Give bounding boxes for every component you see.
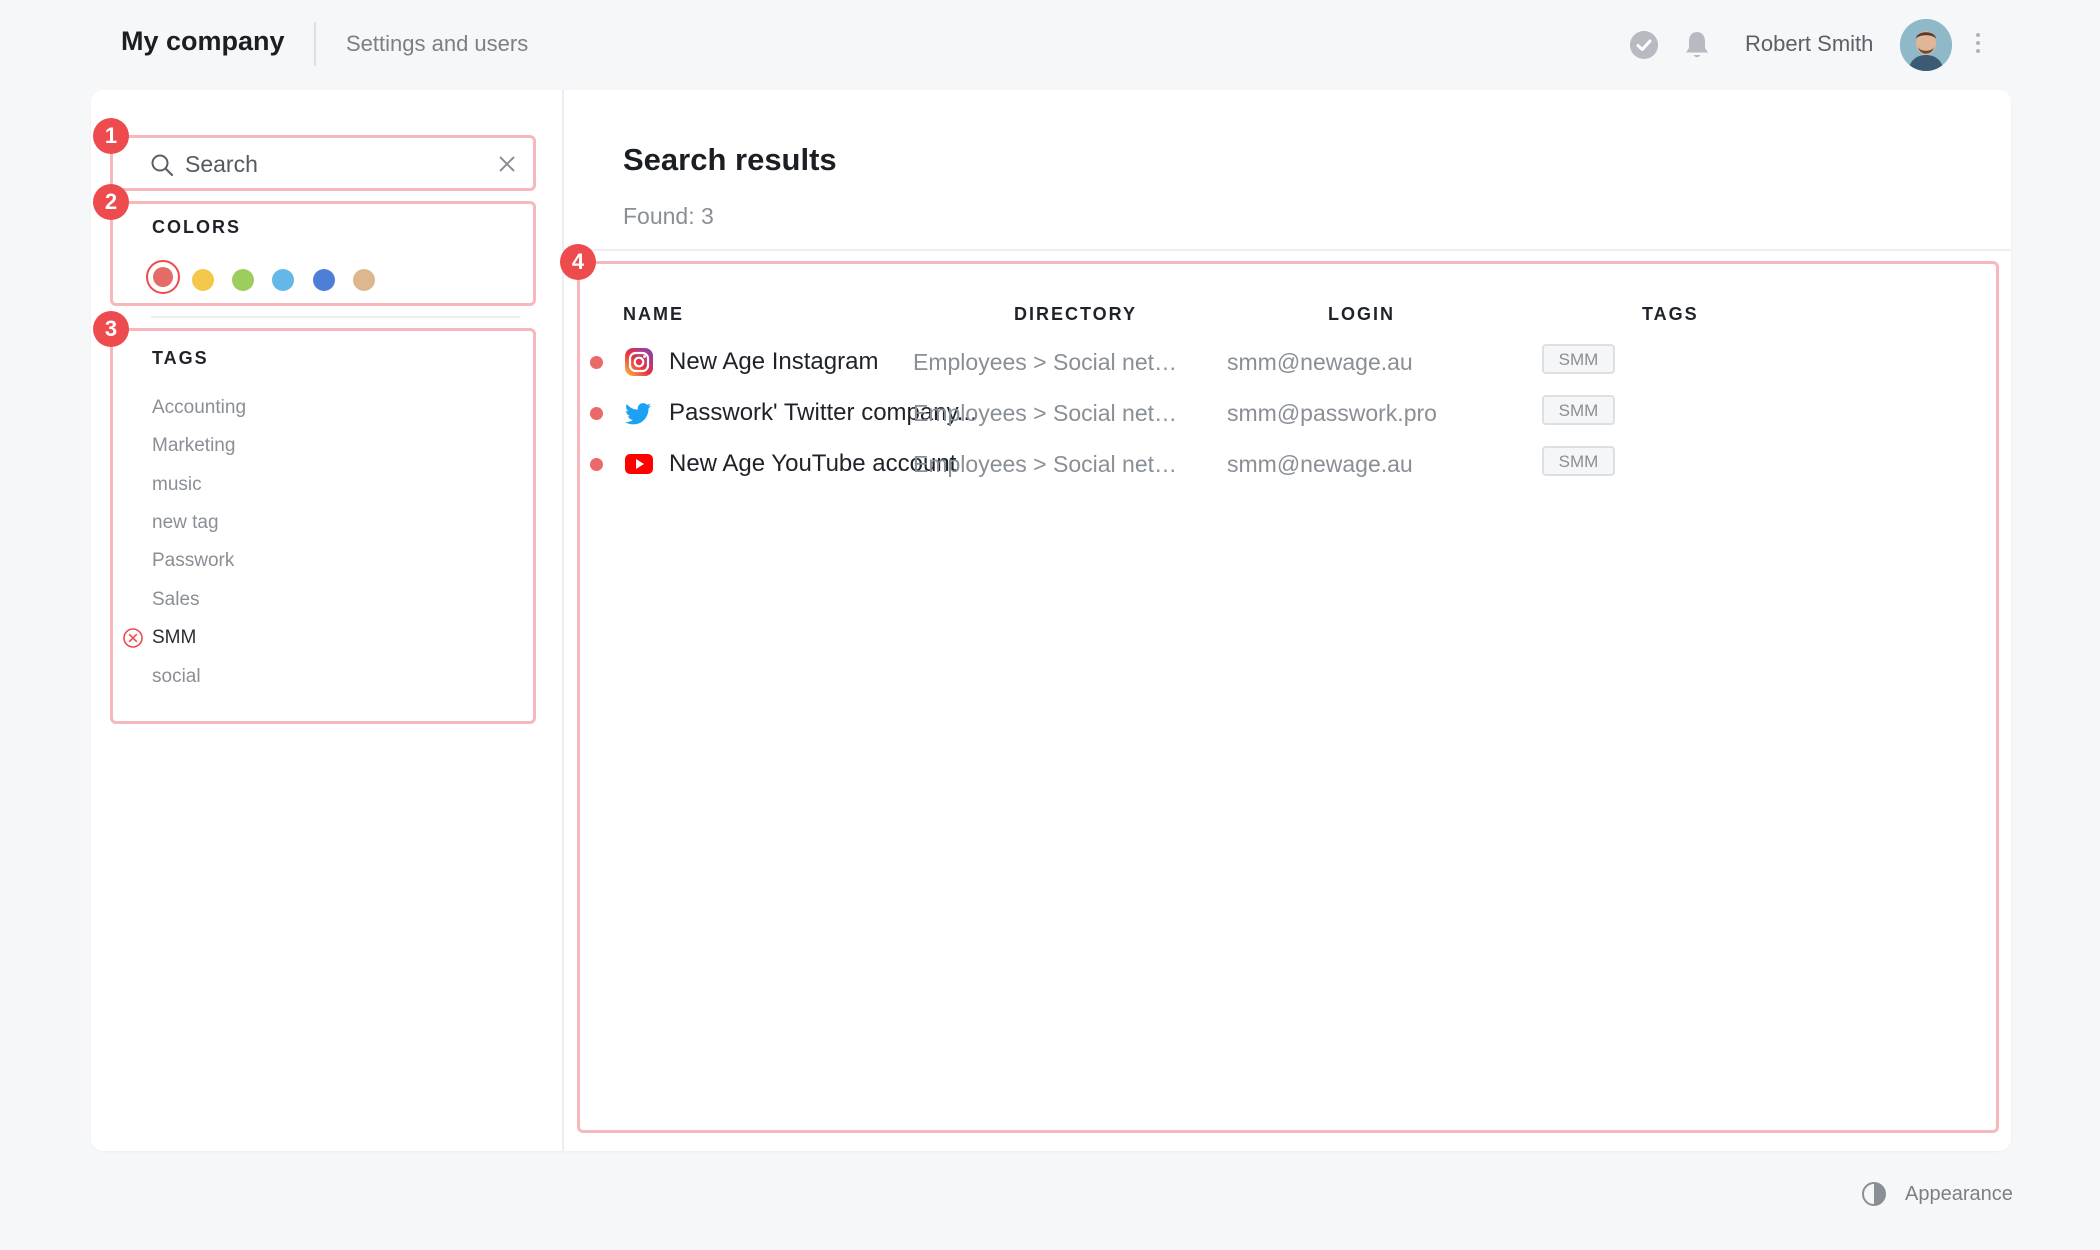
row-directory: Employees > Social net… — [913, 400, 1177, 426]
color-swatch-light-blue[interactable] — [272, 269, 294, 291]
annotation-badge-4: 4 — [560, 244, 596, 280]
bell-icon[interactable] — [1682, 29, 1712, 61]
color-swatch-blue[interactable] — [313, 269, 335, 291]
tag-chip[interactable]: SMM — [1542, 344, 1615, 374]
row-login: smm@passwork.pro — [1227, 400, 1437, 426]
user-avatar[interactable] — [1900, 19, 1952, 71]
table-row[interactable]: New Age Instagram Employees > Social net… — [564, 337, 2011, 387]
appearance-label: Appearance — [1905, 1183, 2013, 1205]
sidebar-divider — [151, 316, 520, 318]
color-marker — [590, 407, 603, 420]
column-header-directory[interactable]: DIRECTORY — [1014, 304, 1137, 325]
user-name[interactable]: Robert Smith — [1745, 31, 1873, 57]
row-name: New Age Instagram — [669, 348, 879, 375]
annotation-badge-3: 3 — [93, 311, 129, 347]
column-header-login[interactable]: LOGIN — [1328, 304, 1395, 325]
color-marker — [590, 356, 603, 369]
row-login: smm@newage.au — [1227, 451, 1413, 477]
settings-and-users-link[interactable]: Settings and users — [346, 31, 528, 57]
column-header-tags[interactable]: TAGS — [1642, 304, 1699, 325]
tag-item-label: SMM — [152, 627, 197, 648]
color-swatch-green[interactable] — [232, 269, 254, 291]
tag-item[interactable]: social — [152, 666, 201, 688]
filter-sidebar: 1 COLORS 2 TAGS Accounting Marketing mus… — [91, 90, 564, 1151]
tag-chip[interactable]: SMM — [1542, 446, 1615, 476]
remove-tag-icon[interactable] — [123, 628, 143, 648]
color-swatch-yellow[interactable] — [192, 269, 214, 291]
color-marker — [590, 458, 603, 471]
colors-title: COLORS — [152, 217, 242, 237]
tag-item[interactable]: new tag — [152, 512, 219, 534]
colors-filter: COLORS — [110, 201, 536, 306]
title-divider — [314, 22, 316, 66]
clear-search-icon[interactable] — [497, 154, 517, 174]
tag-item[interactable]: Sales — [152, 589, 200, 611]
row-login: smm@newage.au — [1227, 349, 1413, 375]
tags-title: TAGS — [152, 348, 209, 368]
annotation-badge-1: 1 — [93, 118, 129, 154]
search-box — [110, 135, 536, 191]
table-row[interactable]: New Age YouTube account Employees > Soci… — [564, 439, 2011, 489]
tag-item[interactable]: Accounting — [152, 397, 246, 419]
column-header-name[interactable]: NAME — [623, 304, 684, 325]
tag-item[interactable]: Passwork — [152, 550, 234, 572]
search-icon — [151, 154, 174, 177]
tag-chip[interactable]: SMM — [1542, 395, 1615, 425]
tag-item-active[interactable]: SMM — [123, 627, 197, 649]
results-divider — [564, 249, 2011, 251]
youtube-icon — [625, 454, 653, 474]
top-bar: My company Settings and users Robert Smi… — [0, 0, 2100, 90]
results-title: Search results — [623, 142, 837, 177]
avatar-image — [1900, 19, 1952, 71]
search-input[interactable] — [185, 147, 485, 181]
table-row[interactable]: Passwork' Twitter company... Employees >… — [564, 388, 2011, 438]
app-title[interactable]: My company — [121, 26, 285, 57]
row-directory: Employees > Social net… — [913, 451, 1177, 477]
main-card: 1 COLORS 2 TAGS Accounting Marketing mus… — [91, 90, 2011, 1151]
color-swatch-tan[interactable] — [353, 269, 375, 291]
annotation-badge-2: 2 — [93, 184, 129, 220]
twitter-icon — [625, 403, 651, 425]
check-icon[interactable] — [1630, 31, 1658, 59]
row-directory: Employees > Social net… — [913, 349, 1177, 375]
color-swatch-red[interactable] — [146, 260, 180, 294]
tag-item[interactable]: music — [152, 474, 202, 496]
contrast-icon — [1862, 1182, 1886, 1206]
more-options-icon[interactable] — [1972, 30, 1984, 60]
instagram-icon — [625, 348, 653, 376]
results-count: Found: 3 — [623, 203, 714, 229]
tags-filter: TAGS Accounting Marketing music new tag … — [110, 328, 536, 724]
tag-item[interactable]: Marketing — [152, 435, 235, 457]
